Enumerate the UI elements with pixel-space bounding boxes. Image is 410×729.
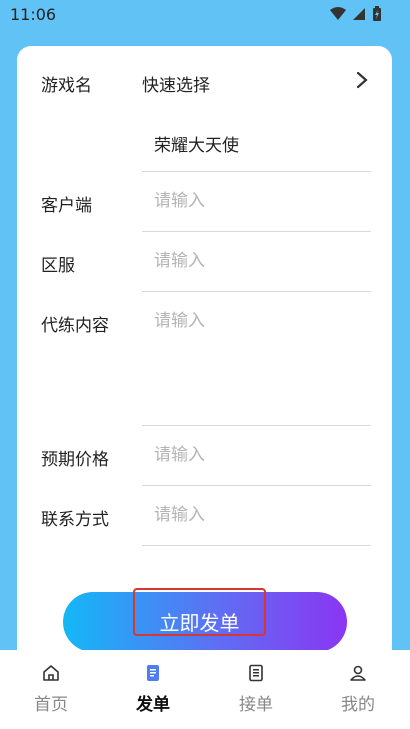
cellular-icon	[353, 8, 365, 20]
chevron-right-icon[interactable]	[355, 70, 369, 90]
signal-icon	[330, 7, 346, 20]
status-bar: 11:06	[0, 0, 410, 30]
tab-post-order[interactable]: 发单	[113, 664, 193, 715]
divider	[142, 291, 371, 292]
contact-input[interactable]	[154, 505, 354, 525]
accept-order-icon	[249, 664, 263, 682]
tab-post-order-label: 发单	[136, 695, 170, 715]
content-input[interactable]	[154, 311, 354, 331]
divider	[142, 485, 371, 486]
tab-home[interactable]: 首页	[11, 664, 91, 715]
battery-icon	[373, 6, 381, 21]
status-icons	[330, 6, 382, 22]
client-label: 客户端	[41, 196, 92, 216]
tab-profile-label: 我的	[341, 695, 375, 715]
contact-label: 联系方式	[41, 510, 109, 530]
tab-profile[interactable]: 我的	[318, 664, 398, 715]
tab-accept-order[interactable]: 接单	[216, 664, 296, 715]
tab-home-label: 首页	[34, 695, 68, 715]
divider	[142, 231, 371, 232]
submit-order-label[interactable]: 立即发单	[133, 588, 266, 636]
game-name-value[interactable]: 荣耀大天使	[154, 131, 239, 156]
bottom-tab-bar: 首页 发单 接单 我的	[0, 650, 410, 729]
game-name-label: 游戏名	[41, 76, 92, 96]
server-label: 区服	[41, 256, 75, 276]
server-input[interactable]	[154, 251, 354, 271]
profile-icon	[350, 665, 366, 681]
post-order-icon	[147, 665, 159, 681]
tab-accept-order-label: 接单	[239, 695, 273, 715]
divider	[142, 171, 371, 172]
status-time: 11:06	[10, 5, 57, 24]
price-label: 预期价格	[41, 450, 109, 470]
divider	[142, 425, 371, 426]
home-icon	[43, 665, 59, 681]
quick-select-button[interactable]: 快速选择	[142, 71, 210, 96]
client-input[interactable]	[154, 191, 354, 211]
divider	[142, 545, 371, 546]
price-input[interactable]	[154, 445, 354, 465]
content-label: 代练内容	[41, 316, 109, 336]
